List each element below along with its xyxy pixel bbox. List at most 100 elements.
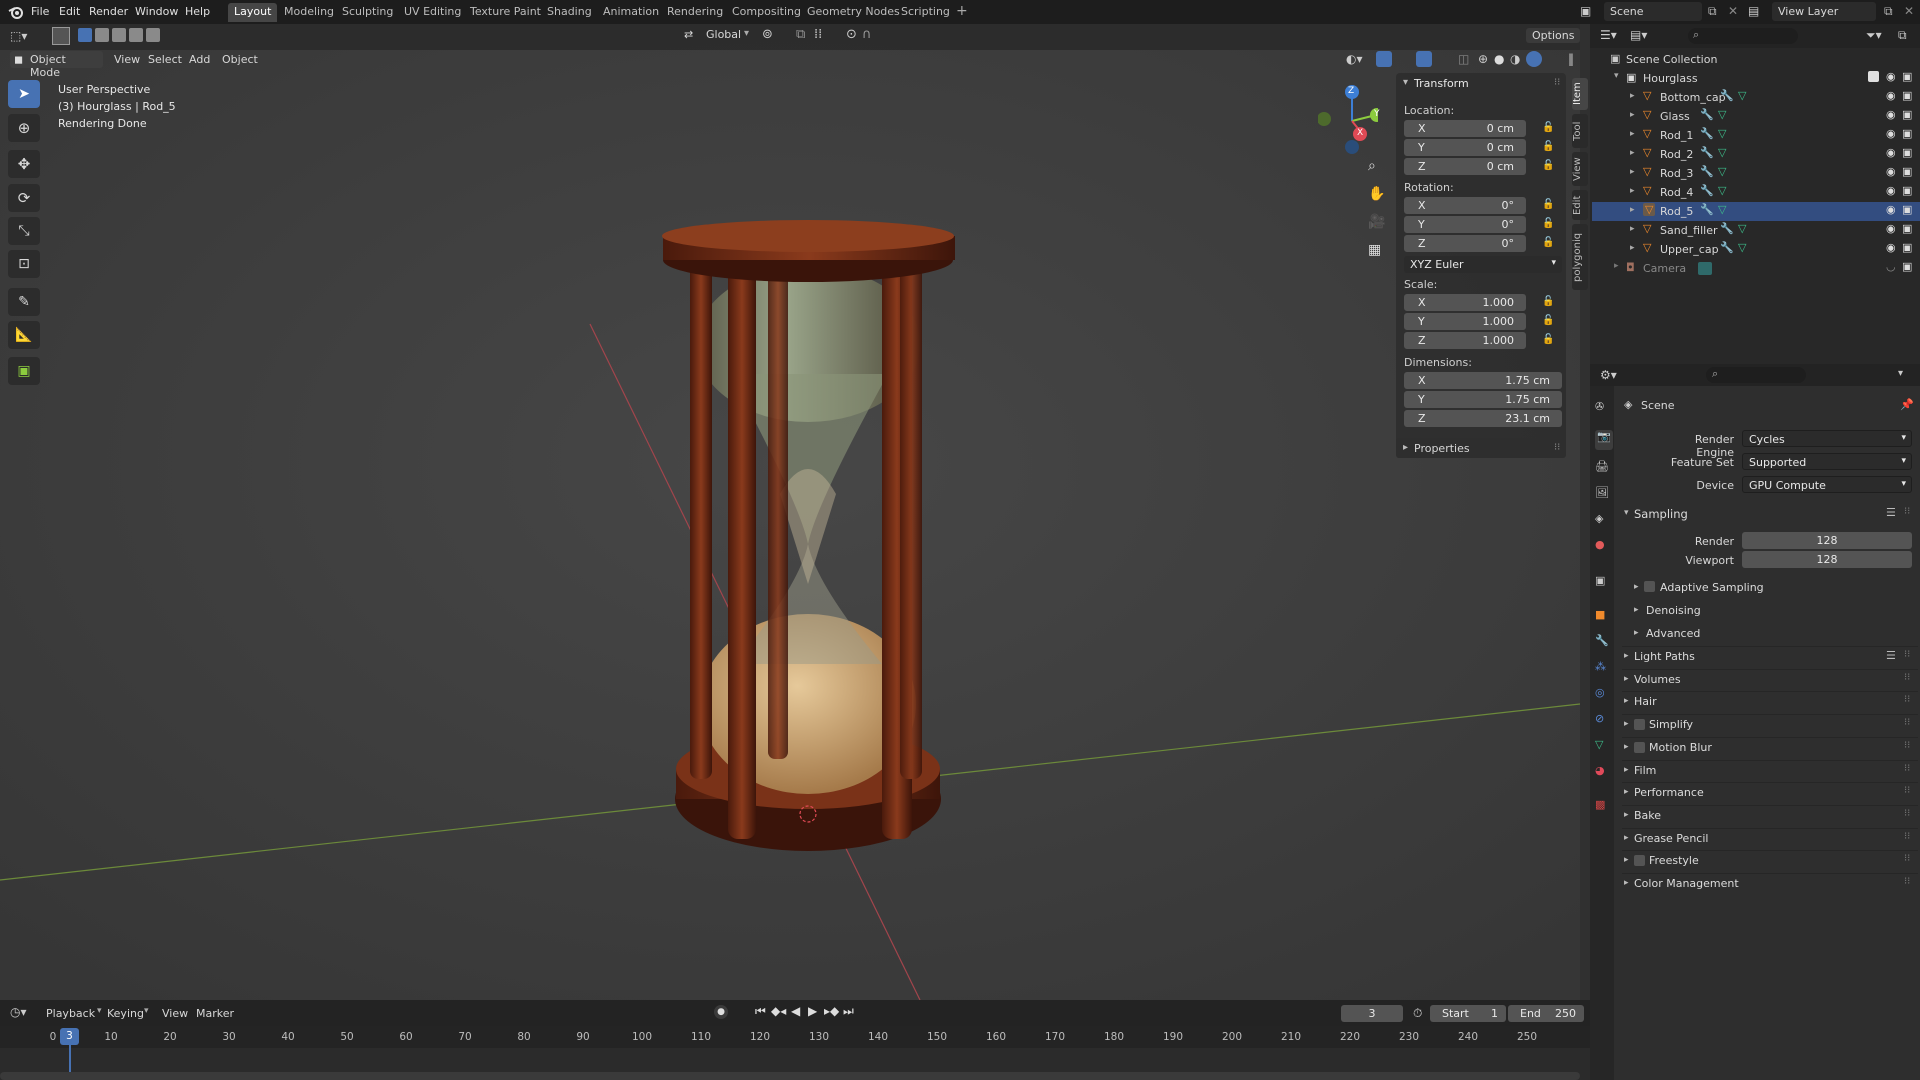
expand-arrow-icon[interactable]: ▾ (1614, 71, 1619, 81)
tab-geometry-nodes[interactable]: Geometry Nodes (801, 3, 906, 22)
mesh-data-icon[interactable]: ▽ (1738, 222, 1746, 235)
panel-drag-icon[interactable]: ⁝⁝ (1904, 876, 1910, 887)
eye-icon[interactable]: ◉ (1886, 146, 1896, 159)
menu-select[interactable]: Select (148, 53, 182, 66)
menu-render[interactable]: Render (89, 5, 128, 18)
rotate-tool[interactable]: ⟳ (8, 184, 40, 212)
rendered-shading-icon[interactable] (1526, 51, 1542, 67)
rotation-mode-dropdown[interactable]: XYZ Euler ▾ (1404, 256, 1562, 273)
menu-playback[interactable]: Playback (46, 1007, 95, 1020)
modifier-wrench-icon[interactable]: 🔧 (1595, 634, 1609, 647)
expand-arrow-icon[interactable]: ▸ (1630, 205, 1635, 215)
options-dropdown[interactable]: Options (1526, 28, 1581, 43)
presets-list-icon[interactable]: ☰ (1886, 649, 1896, 662)
falloff-icon[interactable]: ∩ (862, 27, 872, 42)
menu-window[interactable]: Window (135, 5, 178, 18)
world-tab-icon[interactable]: ● (1595, 538, 1605, 551)
scene-tab-icon[interactable]: ◈ (1595, 512, 1603, 525)
play-icon[interactable]: ▶ (808, 1004, 817, 1018)
render-tab-icon[interactable]: 📷 (1595, 430, 1613, 450)
menu-object[interactable]: Object (222, 53, 258, 66)
playhead[interactable]: 3 (60, 1028, 79, 1045)
menu-add[interactable]: Add (189, 53, 210, 66)
particles-icon[interactable]: ⁂ (1595, 660, 1606, 673)
panel-drag-icon[interactable]: ⁝⁝ (1554, 77, 1560, 88)
expand-arrow-icon[interactable]: ▸ (1630, 129, 1635, 139)
menu-edit[interactable]: Edit (59, 5, 80, 18)
mesh-data-icon[interactable]: ▽ (1718, 203, 1726, 216)
lock-icon[interactable]: 🔓 (1542, 237, 1554, 248)
scale-y-field[interactable]: Y 1.000 (1404, 313, 1526, 330)
select-box-tool[interactable]: ➤ (8, 80, 40, 108)
outliner-row-rod-2[interactable]: ▸ ▽ Rod_2 🔧 ▽ ◉ ▣ (1592, 145, 1920, 164)
mode-dropdown[interactable]: Object Mode (10, 51, 103, 79)
panel-drag-icon[interactable]: ⁝⁝ (1904, 740, 1910, 751)
panel-drag-icon[interactable]: ⁝⁝ (1904, 831, 1910, 842)
select-new-icon[interactable] (78, 28, 92, 42)
adaptive-sampling-checkbox[interactable] (1644, 581, 1655, 592)
rotation-z-field[interactable]: Z 0° (1404, 235, 1526, 252)
camera-render-icon[interactable]: ▣ (1902, 203, 1912, 216)
panel-hair[interactable]: ▸ Hair ⁝⁝ (1622, 691, 1918, 711)
material-shading-icon[interactable]: ◑ (1510, 52, 1520, 66)
view-layer-selector[interactable]: View Layer (1772, 2, 1876, 21)
panel-drag-icon[interactable]: ⁝⁝ (1904, 853, 1910, 864)
sampling-panel-header[interactable]: ▾ Sampling ☰ ⁝⁝ (1622, 504, 1918, 524)
outliner-row-rod-4[interactable]: ▸ ▽ Rod_4 🔧 ▽ ◉ ▣ (1592, 183, 1920, 202)
camera-data-icon[interactable] (1698, 262, 1712, 275)
lock-icon[interactable]: 🔓 (1542, 141, 1554, 152)
lock-icon[interactable]: 🔓 (1542, 160, 1554, 171)
panel-drag-icon[interactable]: ⁝⁝ (1904, 649, 1910, 660)
eye-icon[interactable]: ◉ (1886, 89, 1896, 102)
adaptive-sampling-subpanel[interactable]: ▸ Adaptive Sampling (1622, 578, 1918, 598)
panel-checkbox[interactable] (1634, 719, 1645, 731)
select-invert-icon[interactable] (129, 28, 143, 42)
outliner-row-hourglass[interactable]: ▾ ▣ Hourglass ◉ ▣ (1592, 69, 1920, 88)
modifier-wrench-icon[interactable]: 🔧 (1720, 89, 1734, 102)
expand-arrow-icon[interactable]: ▸ (1630, 110, 1635, 120)
lock-icon[interactable]: 🔓 (1542, 122, 1554, 133)
move-tool[interactable]: ✥ (8, 150, 40, 178)
camera-render-icon[interactable]: ▣ (1902, 127, 1912, 140)
clock-editor-icon[interactable]: ◷▾ (10, 1005, 27, 1019)
eye-icon[interactable]: ◉ (1886, 222, 1896, 235)
expand-arrow-icon[interactable]: ▸ (1630, 167, 1635, 177)
outliner-row-scene-collection[interactable]: ▣ Scene Collection (1592, 50, 1920, 69)
panel-drag-icon[interactable]: ⁝⁝ (1904, 717, 1910, 728)
constraints-icon[interactable]: ⊘ (1595, 712, 1604, 725)
collection-tab-icon[interactable]: ▣ (1595, 574, 1605, 587)
outliner-row-rod-5[interactable]: ▸ ▽ Rod_5 🔧 ▽ ◉ ▣ (1592, 202, 1920, 221)
auto-keying-record-icon[interactable]: ● (714, 1005, 728, 1019)
camera-render-icon[interactable]: ▣ (1902, 222, 1912, 235)
tab-uv-editing[interactable]: UV Editing (398, 3, 467, 22)
tab-modeling[interactable]: Modeling (278, 3, 340, 22)
end-frame-field[interactable]: End 250 (1508, 1005, 1584, 1022)
display-mode-icon[interactable]: ▤▾ (1630, 28, 1647, 42)
camera-render-icon[interactable]: ▣ (1902, 184, 1912, 197)
eye-icon[interactable]: ◉ (1886, 70, 1896, 83)
properties-search-input[interactable] (1706, 367, 1806, 383)
outliner-row-bottom-cap[interactable]: ▸ ▽ Bottom_cap 🔧 ▽ ◉ ▣ (1592, 88, 1920, 107)
output-tab-icon[interactable]: 🖨 (1595, 460, 1609, 473)
transform-orientation-icon[interactable]: ⇄ (684, 28, 693, 41)
modifier-wrench-icon[interactable]: 🔧 (1720, 222, 1734, 235)
blender-logo-icon[interactable] (8, 4, 24, 20)
render-engine-dropdown[interactable]: Cycles ▾ (1742, 430, 1912, 447)
eye-icon[interactable]: ◉ (1886, 241, 1896, 254)
wireframe-shading-icon[interactable]: ⊕ (1478, 52, 1488, 66)
eye-closed-icon[interactable]: ◡ (1886, 260, 1896, 273)
mesh-data-icon[interactable]: ▽ (1718, 108, 1726, 121)
tab-item[interactable]: Item (1572, 78, 1588, 110)
tab-scripting[interactable]: Scripting (895, 3, 956, 22)
menu-marker[interactable]: Marker (196, 1007, 234, 1020)
panel-drag-icon[interactable]: ⁝⁝ (1904, 506, 1910, 517)
transform-panel-title[interactable]: Transform (1414, 77, 1469, 90)
menu-keying[interactable]: Keying (107, 1007, 144, 1020)
checkbox-icon[interactable] (1868, 71, 1879, 82)
viewport-samples-field[interactable]: 128 (1742, 551, 1912, 568)
scale-x-field[interactable]: X 1.000 (1404, 294, 1526, 311)
panel-drag-icon[interactable]: ⁝⁝ (1904, 694, 1910, 705)
modifier-wrench-icon[interactable]: 🔧 (1700, 184, 1714, 197)
eye-icon[interactable]: ◉ (1886, 127, 1896, 140)
jump-end-icon[interactable]: ⏭ (843, 1004, 854, 1019)
